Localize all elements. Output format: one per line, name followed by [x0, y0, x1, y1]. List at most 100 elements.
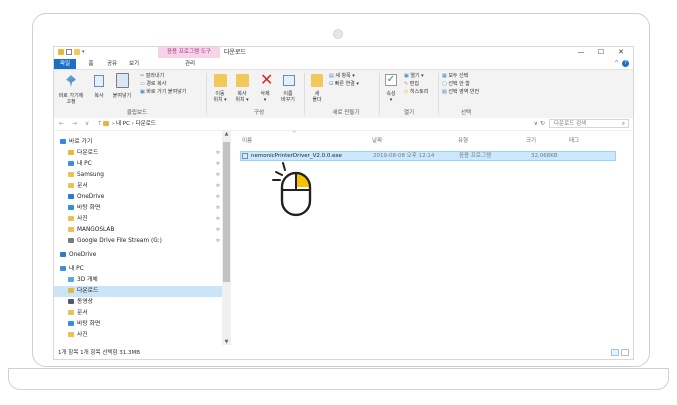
select-none-button[interactable]: ▢ 선택 안 함 [442, 81, 470, 87]
folder-icon [68, 277, 74, 282]
nav-scrollbar[interactable]: ▲ ▼ [222, 131, 231, 345]
sidebar-item[interactable]: OneDrive [54, 250, 222, 261]
sidebar-item-label: 동영상 [77, 299, 93, 305]
close-button[interactable]: ✕ [611, 47, 631, 58]
scroll-down-icon[interactable]: ▼ [222, 339, 231, 345]
column-header-name[interactable]: 이름 [242, 136, 252, 144]
sidebar-item[interactable]: 문서 [54, 308, 222, 319]
open-button[interactable]: ▣ 열기 ▾ [404, 73, 424, 79]
copy-path-button[interactable]: ▭ 경로 복사 [140, 81, 166, 87]
sidebar-item[interactable]: Samsung ✲ [54, 170, 222, 181]
select-all-button[interactable]: ▦ 모두 선택 [442, 73, 468, 79]
tab-file[interactable]: 파일 [54, 59, 76, 69]
folder-icon [60, 252, 66, 257]
search-input[interactable]: 다운로드 검색 ⌕ [549, 119, 629, 128]
sidebar-item[interactable]: MANGOSLAB ✲ [54, 225, 222, 236]
sidebar-item[interactable]: 다운로드 ✲ [54, 148, 222, 159]
chevron-down-icon[interactable]: ▾ [82, 49, 88, 55]
easy-access-button[interactable]: ⊡ 빠른 연결 ▾ [329, 81, 359, 87]
navigation-buttons[interactable]: ← → ∨ ↑ [59, 119, 105, 129]
copy-to-icon [236, 74, 249, 87]
ribbon-tabs: 파일 홈 공유 보기 관리 ^ ? [54, 59, 633, 69]
help-icon[interactable]: ? [622, 60, 629, 67]
rename-button[interactable]: 이름 바꾸기 [276, 91, 300, 103]
invert-selection-icon: ▧ [442, 89, 447, 95]
collapse-ribbon-icon[interactable]: ^ [614, 59, 619, 69]
window-controls: — ☐ ✕ [571, 47, 631, 58]
minimize-button[interactable]: — [571, 47, 591, 58]
sidebar-item[interactable]: 3D 개체 [54, 275, 222, 286]
large-icons-view-icon[interactable] [621, 349, 629, 356]
folder-icon[interactable] [58, 49, 64, 55]
move-to-button[interactable]: 이동 위치 ▾ [209, 91, 231, 103]
ribbon-divider [438, 73, 439, 115]
group-open-label: 열기 [403, 110, 415, 116]
column-header-date[interactable]: 날짜 [372, 136, 382, 144]
scrollbar-thumb[interactable] [223, 142, 230, 282]
ribbon: 바로 가기에 고정 복사 붙여넣기 ✂ 잘라내기 ▭ 경로 복사 ▣ 바로 가기… [54, 69, 633, 119]
history-button[interactable]: ◴ 히스토리 [404, 89, 428, 95]
new-folder-icon[interactable] [74, 49, 80, 55]
sidebar-item[interactable]: 문서 ✲ [54, 181, 222, 192]
quick-access-toolbar: ▾ [58, 49, 88, 55]
new-item-button[interactable]: ▤ 새 항목 ▾ [329, 73, 355, 79]
edit-label: 편집 [409, 81, 419, 87]
properties-icon[interactable] [66, 49, 72, 55]
details-view-icon[interactable] [611, 349, 619, 356]
sidebar-item[interactable]: Google Drive File Stream (G:) ✲ [54, 236, 222, 247]
file-date: 2019-08-08 오후 12:14 [373, 153, 435, 159]
folder-icon [68, 183, 74, 188]
refresh-button[interactable]: ∨ ↻ [534, 119, 545, 129]
sidebar-item[interactable]: 바탕 화면 [54, 319, 222, 330]
breadcrumb[interactable]: › 내 PC › 다운로드 [112, 119, 156, 129]
paste-button[interactable]: 붙여넣기 [109, 93, 135, 99]
tab-share[interactable]: 공유 [104, 59, 120, 69]
ribbon-divider [304, 73, 305, 115]
sidebar-item[interactable]: 바로 가기 [54, 137, 222, 148]
tab-home[interactable]: 홈 [84, 59, 98, 69]
copy-button[interactable]: 복사 [90, 93, 108, 99]
folder-icon [103, 121, 109, 126]
column-header-tags[interactable]: 태그 [569, 136, 579, 144]
sidebar-item-label: Samsung [77, 172, 104, 178]
sort-caret-icon: ^ [292, 131, 297, 137]
edit-button[interactable]: ✎ 편집 [404, 81, 419, 87]
folder-icon [68, 288, 74, 293]
edit-icon: ✎ [404, 81, 409, 87]
sidebar-item-label: 사진 [77, 332, 88, 338]
sidebar-item[interactable]: 동영상 [54, 297, 222, 308]
ribbon-context-tab[interactable]: 응용 프로그램 도구 [158, 47, 220, 58]
sidebar-item-label: 바로 가기 [69, 139, 93, 145]
file-size: 32,068KB [531, 153, 558, 159]
group-organize-label: 구성 [253, 110, 265, 116]
column-header-size[interactable]: 크기 [526, 136, 536, 144]
click-ray [282, 162, 286, 171]
sidebar-item[interactable]: 내 PC ✲ [54, 159, 222, 170]
tab-manage[interactable]: 관리 [182, 59, 198, 69]
laptop-base [8, 368, 669, 390]
properties-button[interactable]: 속성 ▾ [380, 91, 402, 103]
delete-button[interactable]: 삭제 ▾ [254, 91, 276, 103]
new-folder-button[interactable]: 새 폴더 [307, 91, 327, 103]
sidebar-item[interactable]: OneDrive ✲ [54, 192, 222, 203]
pin-icon: ✲ [215, 227, 220, 233]
pin-icon: ✲ [215, 161, 220, 167]
tab-view[interactable]: 보기 [126, 59, 142, 69]
pin-icon: ✲ [215, 216, 220, 222]
column-header-type[interactable]: 유형 [458, 136, 468, 144]
paste-shortcut-button[interactable]: ▣ 바로 가기 붙여넣기 [140, 89, 186, 95]
sidebar-item[interactable]: 다운로드 [54, 286, 222, 297]
sidebar-item-label: 3D 개체 [77, 277, 98, 283]
maximize-button[interactable]: ☐ [591, 47, 611, 58]
pin-to-quick-access-button[interactable]: 바로 가기에 고정 [54, 93, 88, 105]
sidebar-item[interactable]: 사진 ✲ [54, 214, 222, 225]
copy-to-button[interactable]: 복사 위치 ▾ [231, 91, 253, 103]
sidebar-item[interactable]: 바탕 화면 ✲ [54, 203, 222, 214]
invert-selection-button[interactable]: ▧ 선택 영역 반전 [442, 89, 479, 95]
scroll-up-icon[interactable]: ▲ [222, 131, 231, 137]
history-icon: ◴ [404, 89, 409, 95]
cut-button[interactable]: ✂ 잘라내기 [140, 73, 164, 79]
sidebar-item[interactable]: 내 PC [54, 264, 222, 275]
invert-selection-label: 선택 영역 반전 [448, 89, 480, 95]
sidebar-item[interactable]: 사진 [54, 330, 222, 341]
